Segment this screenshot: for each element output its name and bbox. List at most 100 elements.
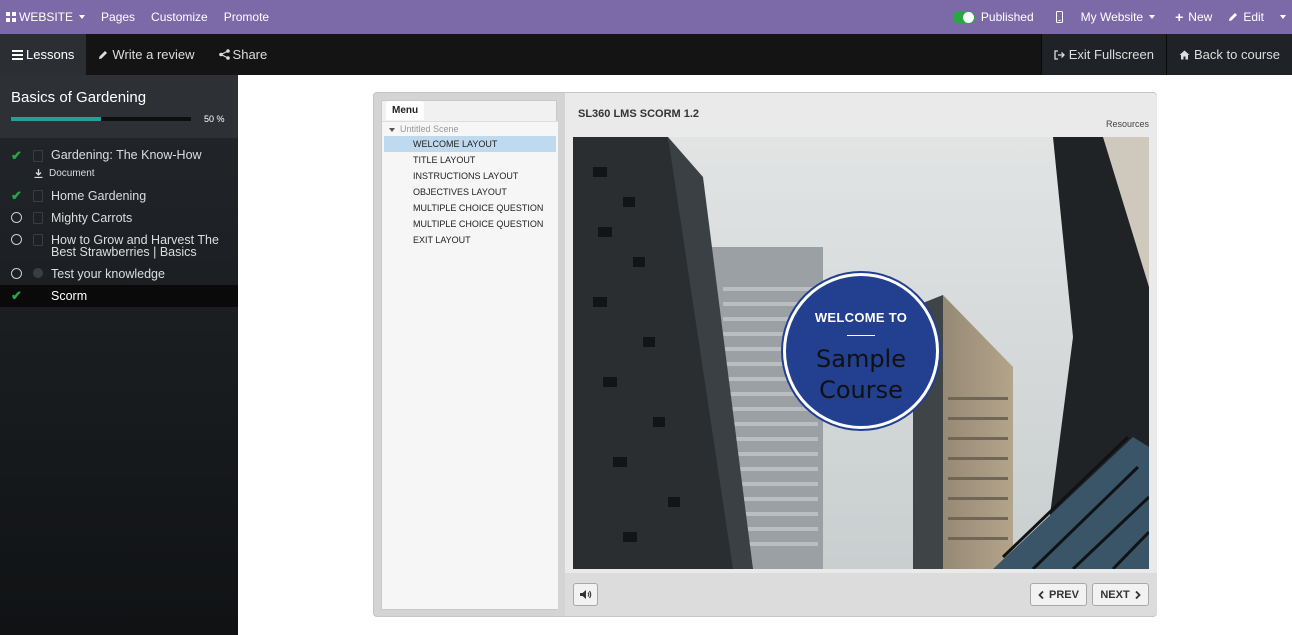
exit-fullscreen-label: Exit Fullscreen (1068, 47, 1154, 62)
menu-item[interactable]: TITLE LAYOUT (384, 152, 556, 168)
share-label: Share (232, 47, 268, 62)
course-name-line1: Sample (816, 345, 906, 373)
check-icon: ✔ (11, 288, 22, 303)
menu-item[interactable]: INSTRUCTIONS LAYOUT (384, 168, 556, 184)
volume-button[interactable] (573, 583, 598, 606)
check-icon: ✔ (11, 188, 22, 203)
document-icon (33, 234, 43, 246)
menu-tab[interactable]: Menu (386, 101, 425, 120)
chevron-down-icon (1280, 15, 1286, 19)
edit-button[interactable]: Edit (1220, 0, 1272, 34)
lesson-label: Mighty Carrots (51, 211, 133, 225)
circle-icon (11, 234, 23, 246)
pencil-icon (1229, 13, 1238, 21)
welcome-text: WELCOME TO (814, 310, 908, 325)
back-to-course-label: Back to course (1194, 47, 1280, 62)
lessons-sidebar: Basics of Gardening 50 % ✔ Gardening: Th… (0, 75, 238, 635)
progress-bar-fill (11, 117, 101, 121)
lesson-label: Scorm (51, 289, 88, 303)
slide-stage: SL360 LMS SCORM 1.2 Resources WELCOME TO… (565, 93, 1157, 616)
player-controls: PREV NEXT (565, 573, 1157, 616)
website-topbar: WEBSITE Pages Customize Promote Publishe… (0, 0, 1292, 34)
lesson-label: Test your knowledge (51, 267, 165, 281)
volume-icon (580, 590, 592, 599)
next-button[interactable]: NEXT (1092, 583, 1149, 606)
mobile-preview-button[interactable] (1042, 0, 1077, 34)
lesson-item[interactable]: ✔ Home Gardening (0, 185, 238, 207)
infographic-icon (33, 212, 43, 224)
course-title: Basics of Gardening (11, 89, 147, 106)
scene-label: Untitled Scene (400, 124, 459, 134)
edit-button-label: Edit (1243, 10, 1264, 24)
attachment-label: Document (49, 168, 95, 179)
resources-link[interactable]: Resources (1106, 119, 1149, 129)
menu-item-selected[interactable]: WELCOME LAYOUT (384, 136, 556, 152)
share-icon (218, 49, 230, 60)
circle-icon (11, 212, 23, 224)
lesson-item-current[interactable]: ✔ Scorm (0, 285, 238, 307)
pencil-icon (99, 50, 108, 59)
promote-menu[interactable]: Promote (216, 0, 277, 34)
next-label: NEXT (1100, 588, 1130, 601)
menu-item[interactable]: MULTIPLE CHOICE QUESTION (384, 200, 556, 216)
sign-out-icon (1054, 49, 1065, 60)
share-button[interactable]: Share (207, 34, 280, 75)
exit-fullscreen-button[interactable]: Exit Fullscreen (1040, 34, 1166, 75)
course-header: Basics of Gardening 50 % (0, 75, 238, 138)
lessons-label: Lessons (26, 47, 75, 62)
welcome-badge: WELCOME TO Sample Course (783, 273, 939, 429)
write-review-label: Write a review (112, 47, 195, 62)
lesson-item[interactable]: How to Grow and Harvest The Best Strawbe… (0, 229, 238, 263)
website-selector-label: My Website (1080, 10, 1144, 24)
menu-item[interactable]: MULTIPLE CHOICE QUESTION (384, 216, 556, 232)
new-button-label: New (1188, 10, 1213, 24)
lesson-attachment-link[interactable]: Document (0, 164, 238, 185)
question-icon (33, 268, 43, 278)
caret-down-icon (389, 128, 395, 132)
lesson-item[interactable]: Test your knowledge (0, 263, 238, 285)
progress-label: 50 % (204, 114, 225, 124)
scene-item[interactable]: Untitled Scene (382, 122, 558, 136)
app-menu-label: WEBSITE (19, 10, 74, 24)
published-toggle[interactable]: Published (945, 0, 1042, 34)
home-icon (1179, 50, 1190, 59)
infographic-icon (33, 190, 43, 202)
published-label: Published (980, 10, 1034, 24)
chevron-down-icon (79, 15, 86, 19)
prev-button[interactable]: PREV (1030, 583, 1087, 606)
lesson-item[interactable]: ✔ Gardening: The Know-How (0, 146, 238, 164)
menu-item[interactable]: EXIT LAYOUT (384, 232, 556, 248)
edit-dropdown-toggle[interactable] (1272, 0, 1292, 34)
slide-menu-panel: Menu Untitled Scene WELCOME LAYOUT TITLE… (381, 100, 558, 610)
toggle-switch[interactable] (952, 10, 975, 24)
app-menu[interactable]: WEBSITE (0, 0, 93, 34)
divider (847, 335, 875, 336)
fullscreen-navbar: Lessons Write a review Share Exit Fullsc… (0, 34, 1292, 75)
lesson-label: How to Grow and Harvest The Best Strawbe… (51, 233, 219, 259)
scorm-player: Menu Untitled Scene WELCOME LAYOUT TITLE… (373, 92, 1157, 617)
back-to-course-button[interactable]: Back to course (1166, 34, 1292, 75)
menu-item[interactable]: OBJECTIVES LAYOUT (384, 184, 556, 200)
progress-bar (11, 117, 191, 121)
course-player-title: SL360 LMS SCORM 1.2 (578, 108, 700, 120)
slide-menu-list: Untitled Scene WELCOME LAYOUT TITLE LAYO… (382, 121, 558, 609)
slide-image: WELCOME TO Sample Course (573, 137, 1149, 569)
circle-icon (11, 268, 23, 280)
download-icon (34, 169, 43, 178)
plus-icon: + (1175, 9, 1184, 25)
customize-menu[interactable]: Customize (143, 0, 216, 34)
lesson-label: Gardening: The Know-How (51, 148, 202, 162)
chevron-right-icon (1135, 590, 1141, 599)
website-selector[interactable]: My Website (1077, 0, 1167, 34)
document-icon (33, 150, 43, 162)
course-name-line2: Course (819, 376, 903, 404)
new-button[interactable]: + New (1167, 0, 1220, 34)
course-progress: 50 % (11, 114, 227, 124)
write-review-button[interactable]: Write a review (86, 34, 206, 75)
chevron-left-icon (1038, 590, 1044, 599)
lesson-item[interactable]: Mighty Carrots (0, 207, 238, 229)
check-icon: ✔ (11, 148, 22, 163)
chevron-down-icon (1149, 15, 1156, 19)
pages-menu[interactable]: Pages (93, 0, 143, 34)
lessons-toggle-button[interactable]: Lessons (0, 34, 87, 75)
